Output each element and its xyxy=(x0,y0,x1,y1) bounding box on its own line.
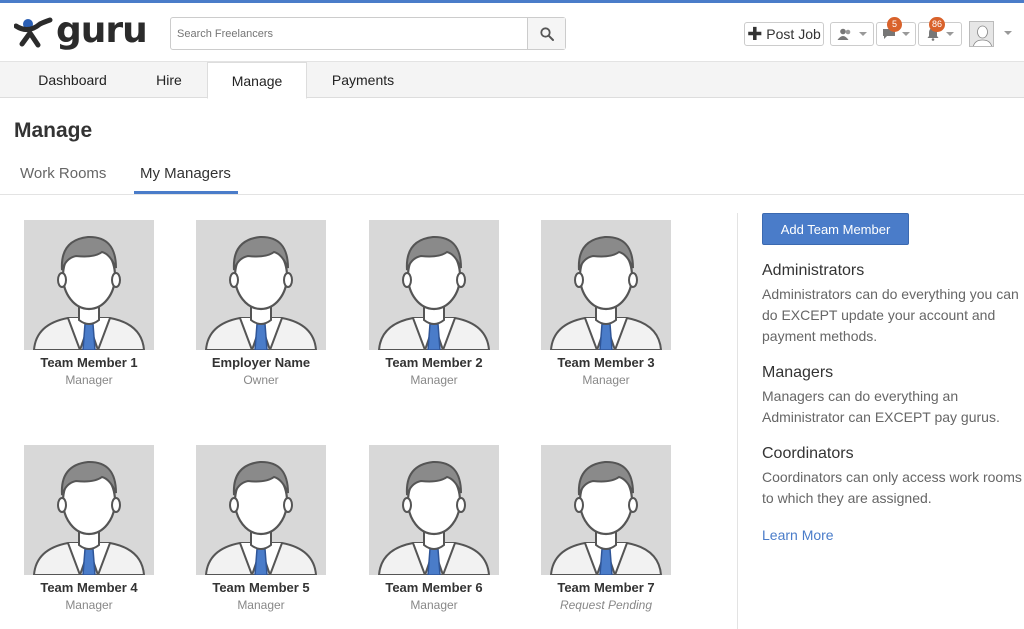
post-job-label: Post Job xyxy=(766,26,821,42)
member-role: Manager xyxy=(65,598,113,612)
member-card[interactable]: Team Member 2 Manager xyxy=(364,220,504,387)
notifications-badge: 86 xyxy=(929,17,946,32)
chevron-down-icon xyxy=(946,32,954,36)
member-role: Owner xyxy=(243,373,279,387)
avatar-icon xyxy=(970,22,993,46)
subtab-bar: Work Rooms My Managers xyxy=(0,155,1024,195)
member-name: Team Member 6 xyxy=(385,580,483,595)
team-menu-button[interactable] xyxy=(830,22,874,46)
subtab-my-managers[interactable]: My Managers xyxy=(140,165,231,182)
member-role-pending: Request Pending xyxy=(559,598,653,612)
section-title-coordinators: Coordinators xyxy=(762,445,854,462)
chevron-down-icon xyxy=(902,32,910,36)
search-input[interactable] xyxy=(171,18,527,49)
member-role: Manager xyxy=(65,373,113,387)
add-team-member-button[interactable]: Add Team Member xyxy=(762,213,909,245)
member-role: Manager xyxy=(237,598,285,612)
section-text-coordinators: Coordinators can only access work rooms … xyxy=(762,469,1022,506)
search-bar xyxy=(170,17,566,50)
post-job-button[interactable]: ✚ Post Job xyxy=(744,22,824,46)
team-icon xyxy=(837,28,851,40)
member-card[interactable]: Employer Name Owner xyxy=(191,220,331,387)
member-name: Team Member 5 xyxy=(212,580,310,595)
section-title-managers: Managers xyxy=(762,364,834,381)
avatar xyxy=(24,220,154,350)
sidebar: Add Team Member Administrators Administr… xyxy=(762,213,1022,543)
page-title: Manage xyxy=(14,119,93,142)
section-text-managers: Managers can do everything an Administra… xyxy=(762,388,1000,425)
member-card[interactable]: Team Member 7 Request Pending xyxy=(536,445,676,612)
member-name: Employer Name xyxy=(211,355,311,370)
tab-payments[interactable]: Payments xyxy=(318,62,408,98)
main-nav: Dashboard Hire Manage Payments xyxy=(0,61,1024,99)
avatar xyxy=(541,220,671,350)
avatar xyxy=(196,220,326,350)
guru-logo-icon xyxy=(14,17,53,48)
header: guru ✚ Post Job 5 xyxy=(0,3,1024,61)
member-card[interactable]: Team Member 5 Manager xyxy=(191,445,331,612)
member-name: Team Member 1 xyxy=(40,355,138,370)
user-avatar[interactable] xyxy=(969,21,994,47)
active-subtab-indicator xyxy=(134,191,238,194)
member-name: Team Member 4 xyxy=(40,580,138,595)
avatar xyxy=(541,445,671,575)
avatar xyxy=(369,220,499,350)
section-title-administrators: Administrators xyxy=(762,262,865,279)
member-card[interactable]: Team Member 3 Manager xyxy=(536,220,676,387)
member-role: Manager xyxy=(582,373,630,387)
tab-dashboard[interactable]: Dashboard xyxy=(20,62,125,98)
member-card[interactable]: Team Member 4 Manager xyxy=(19,445,159,612)
messages-button[interactable]: 5 xyxy=(876,17,916,46)
member-card[interactable]: Team Member 6 Manager xyxy=(364,445,504,612)
subtab-work-rooms[interactable]: Work Rooms xyxy=(20,165,106,182)
learn-more-link[interactable]: Learn More xyxy=(762,527,1022,543)
avatar xyxy=(196,445,326,575)
tab-manage[interactable]: Manage xyxy=(207,62,307,99)
member-role: Manager xyxy=(410,373,458,387)
search-button[interactable] xyxy=(527,18,565,49)
avatar xyxy=(24,445,154,575)
section-text-administrators: Administrators can do everything you can… xyxy=(762,286,1019,344)
messages-badge: 5 xyxy=(887,17,902,32)
member-name: Team Member 2 xyxy=(385,355,483,370)
member-name: Team Member 7 xyxy=(557,580,655,595)
avatar-chevron-down-icon[interactable] xyxy=(1004,31,1012,35)
avatar xyxy=(369,445,499,575)
logo-text: guru xyxy=(56,10,148,51)
member-role: Manager xyxy=(410,598,458,612)
notifications-button[interactable]: 86 xyxy=(918,17,962,46)
sidebar-divider xyxy=(737,213,738,629)
member-name: Team Member 3 xyxy=(557,355,655,370)
guru-logo[interactable]: guru xyxy=(14,10,148,51)
member-card[interactable]: Team Member 1 Manager xyxy=(19,220,159,387)
search-icon xyxy=(539,26,554,41)
chevron-down-icon xyxy=(859,32,867,36)
plus-icon: ✚ xyxy=(747,24,763,44)
tab-hire[interactable]: Hire xyxy=(130,62,208,98)
